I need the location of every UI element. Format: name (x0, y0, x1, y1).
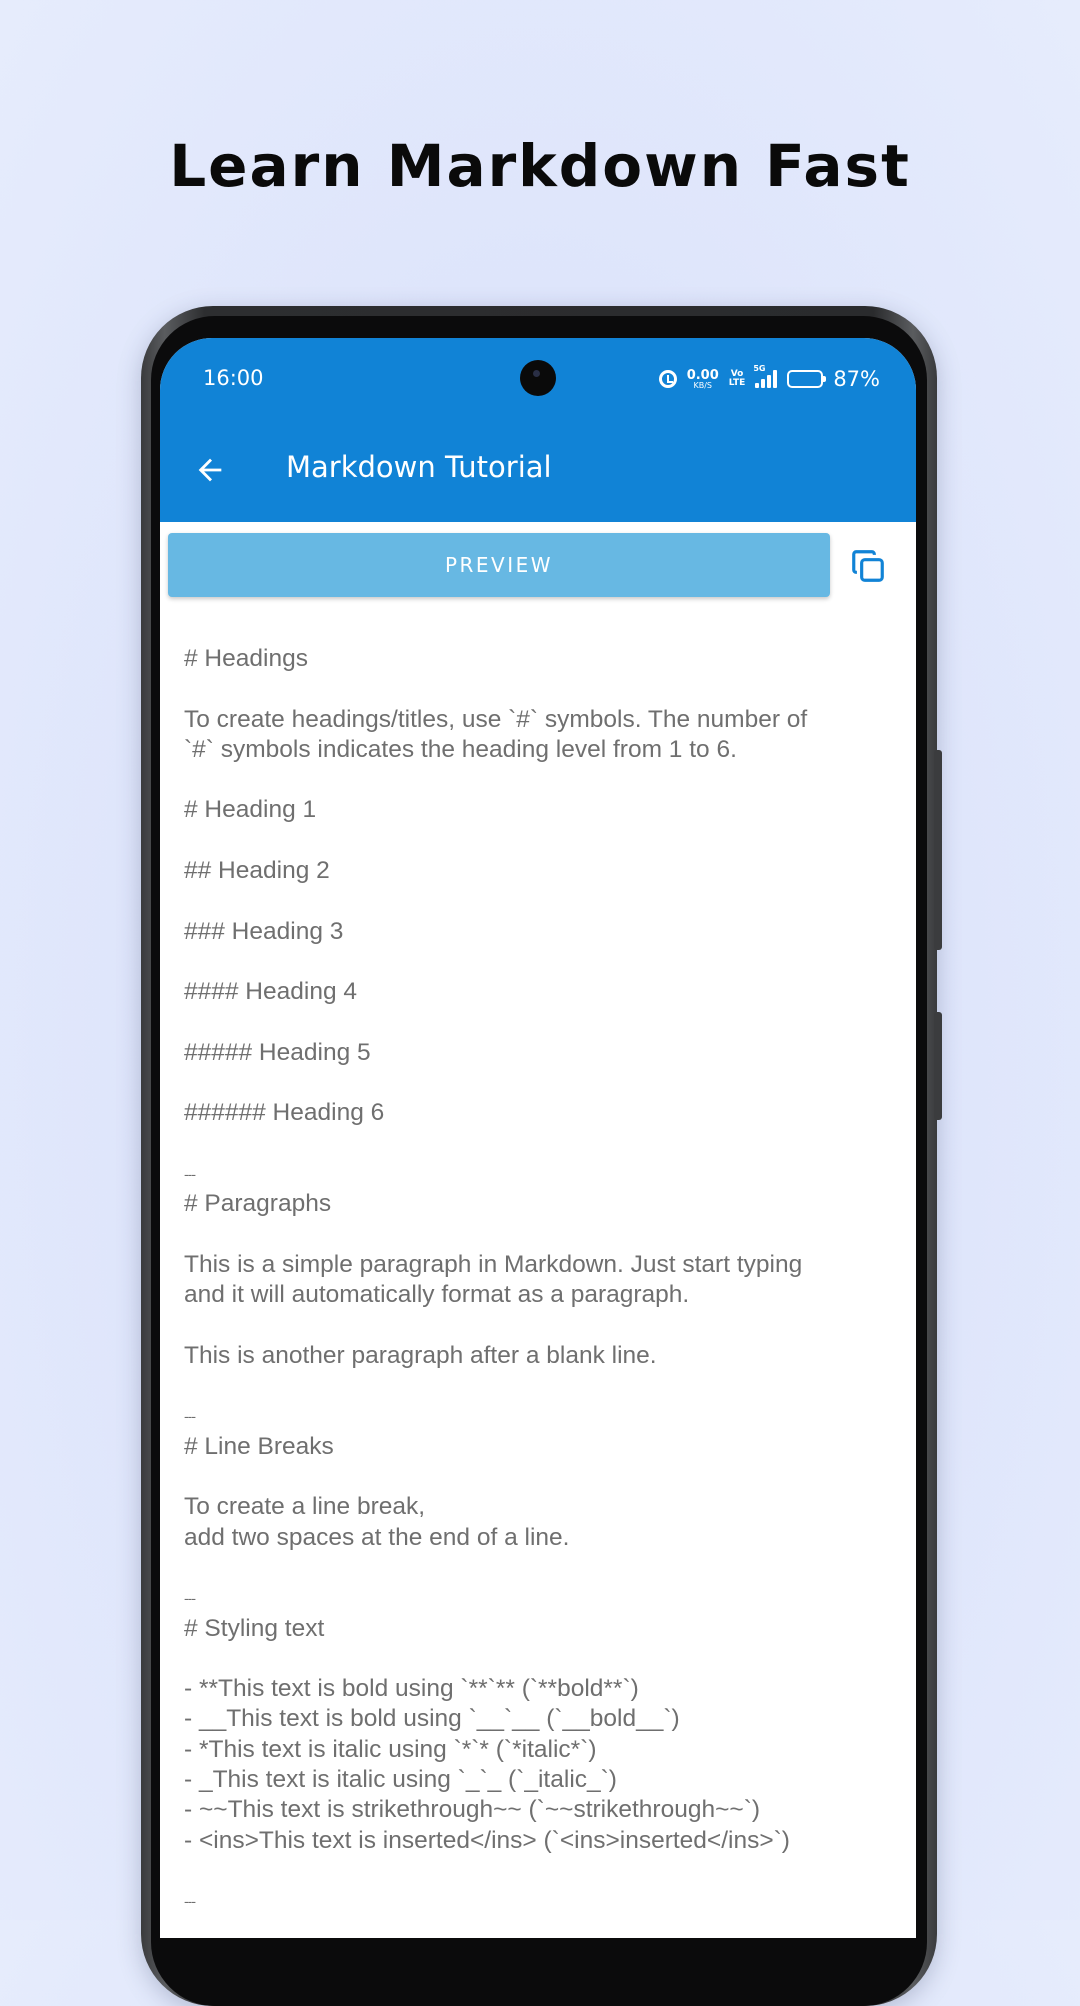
network-speed-unit: KB/S (693, 380, 712, 390)
markdown-line (184, 947, 900, 977)
markdown-line: # Heading 1 (184, 796, 317, 824)
volte-icon: Vo LTE (729, 370, 746, 388)
markdown-line (184, 1371, 900, 1401)
markdown-line (184, 1462, 900, 1492)
network-speed-value: 0.00 (686, 367, 719, 383)
signal-bar (755, 383, 760, 388)
front-camera (520, 360, 556, 396)
markdown-line: --- (184, 1408, 196, 1425)
phone-side-button-lower (934, 1012, 942, 1120)
volte-bottom-label: LTE (728, 378, 746, 388)
preview-button[interactable]: PREVIEW (168, 533, 830, 597)
markdown-line (184, 765, 900, 795)
markdown-line (184, 1068, 900, 1098)
markdown-line: --- (184, 1166, 196, 1183)
markdown-line (184, 1220, 900, 1250)
markdown-line: ##### Heading 5 (184, 1038, 371, 1066)
markdown-line: ### Heading 3 (184, 917, 344, 945)
markdown-line (184, 886, 900, 916)
status-time: 16:00 (203, 366, 264, 390)
signal-icon: 5G (753, 364, 778, 388)
markdown-line: add two spaces at the end of a line. (184, 1523, 570, 1551)
copy-icon (852, 550, 884, 582)
markdown-line: - *This text is italic using `*`* (`*ita… (184, 1735, 597, 1763)
app-screen: 16:00 0.00 KB/S Vo LTE 5G 87% Markdown T… (160, 338, 916, 1938)
app-header: 16:00 0.00 KB/S Vo LTE 5G 87% Markdown T… (160, 338, 916, 522)
markdown-line: # Headings (184, 645, 308, 672)
markdown-line: ## Heading 2 (184, 857, 330, 885)
toolbar-title: Markdown Tutorial (286, 450, 552, 484)
markdown-line: - ~~This text is strikethrough~~ (`~~str… (184, 1796, 761, 1824)
markdown-line: This is a simple paragraph in Markdown. … (184, 1250, 803, 1278)
markdown-line (184, 1008, 900, 1038)
markdown-line (184, 674, 900, 704)
promo-title: Learn Markdown Fast (169, 132, 911, 200)
markdown-line: - __This text is bold using `__`__ (`__b… (184, 1705, 680, 1733)
markdown-line: To create headings/titles, use `#` symbo… (184, 705, 808, 733)
signal-network-label: 5G (753, 364, 766, 373)
markdown-line (184, 1311, 900, 1341)
markdown-line (184, 1553, 900, 1583)
markdown-line: # Styling text (184, 1614, 325, 1642)
markdown-line (184, 1856, 900, 1886)
markdown-line: and it will automatically format as a pa… (184, 1281, 690, 1309)
signal-bar (761, 379, 766, 388)
signal-bar (767, 375, 772, 388)
markdown-line: # Line Breaks (184, 1432, 334, 1460)
markdown-line (184, 826, 900, 856)
markdown-line: ###### Heading 6 (184, 1099, 385, 1127)
markdown-line: #### Heading 4 (184, 978, 358, 1006)
phone-side-button-upper (934, 750, 942, 950)
markdown-line (184, 1129, 900, 1159)
battery-percent: 87% (833, 367, 880, 391)
back-button[interactable] (182, 442, 238, 498)
markdown-line: - <ins>This text is inserted</ins> (`<in… (184, 1826, 790, 1854)
alarm-icon (658, 370, 677, 388)
arrow-left-icon (198, 458, 222, 482)
signal-bar (773, 370, 778, 388)
markdown-line: `#` symbols indicates the heading level … (184, 735, 737, 763)
battery-icon (787, 370, 827, 388)
markdown-line: This is another paragraph after a blank … (184, 1341, 657, 1369)
markdown-line: # Paragraphs (184, 1190, 332, 1218)
markdown-line: - **This text is bold using `**`** (`**b… (184, 1675, 639, 1703)
copy-button[interactable] (846, 544, 890, 588)
markdown-line: To create a line break, (184, 1493, 426, 1521)
markdown-text-area[interactable]: # Headings To create headings/titles, use… (184, 644, 900, 1916)
markdown-line: --- (184, 1590, 196, 1607)
markdown-line (184, 1644, 900, 1674)
markdown-line: - _This text is italic using `_`_ (`_ita… (184, 1765, 617, 1793)
network-speed: 0.00 KB/S (687, 369, 719, 390)
status-icons: 0.00 KB/S Vo LTE 5G 87% (658, 364, 880, 394)
markdown-line: --- (184, 1893, 196, 1910)
